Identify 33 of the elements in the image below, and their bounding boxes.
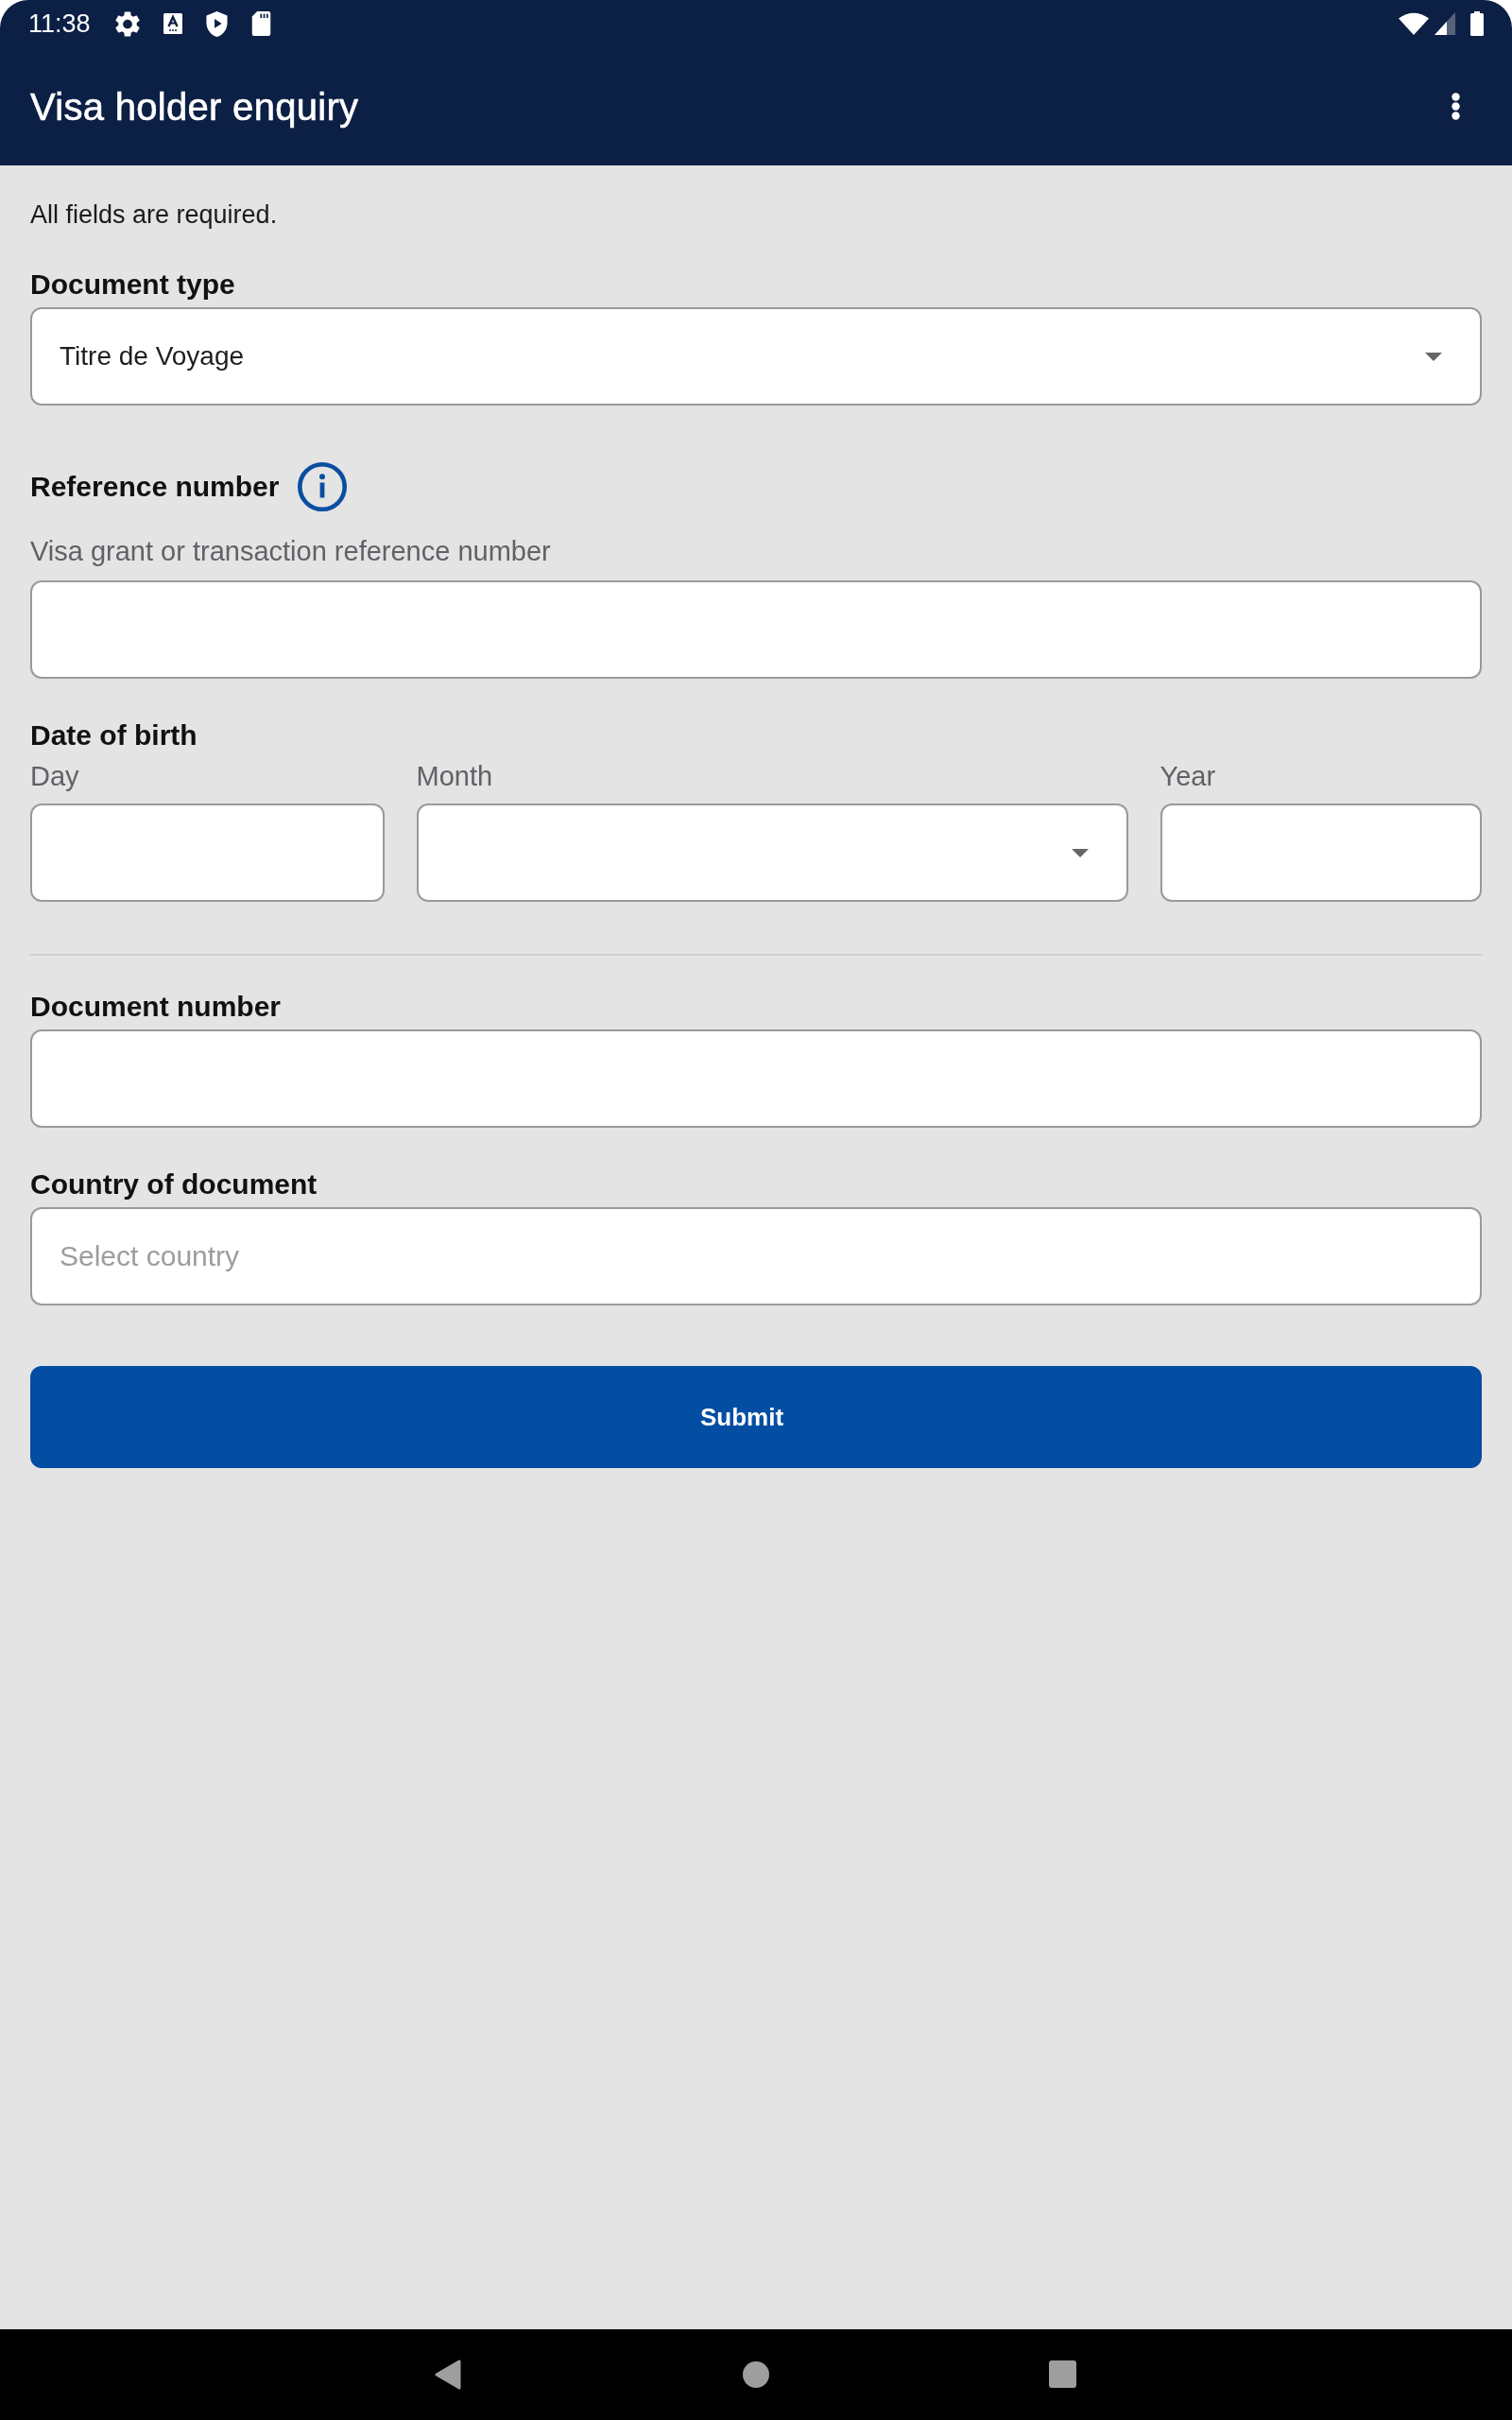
helper-text: Visa grant or transaction reference number: [30, 535, 552, 568]
submit-button[interactable]: Submit: [30, 1366, 1482, 1468]
letter-tile-icon: [163, 13, 182, 34]
input-field[interactable]: [1160, 804, 1482, 902]
caret-icon: [1071, 848, 1089, 857]
signal-icon: [1435, 12, 1455, 35]
field-label: Document number: [30, 990, 282, 1024]
input-field[interactable]: [30, 804, 385, 902]
shield-icon: [205, 10, 228, 37]
back-icon[interactable]: [434, 2359, 462, 2391]
field-label: Day: [30, 760, 80, 793]
gear-icon: [114, 10, 140, 37]
input-field[interactable]: [30, 1029, 1482, 1128]
battery-icon: [1470, 11, 1484, 36]
caret-icon: [1425, 352, 1442, 361]
field-label: Document type: [30, 268, 235, 302]
info-icon[interactable]: [298, 462, 348, 511]
more-options-icon[interactable]: [1452, 93, 1460, 120]
required-note: All fields are required.: [30, 199, 279, 231]
dropdown[interactable]: Titre de Voyage: [30, 307, 1482, 406]
status-time: 11:38: [28, 9, 91, 39]
dropdown[interactable]: [416, 804, 1128, 902]
input-field[interactable]: Select country: [30, 1207, 1482, 1305]
home-icon[interactable]: [743, 2361, 769, 2388]
field-label: Reference number: [30, 470, 280, 504]
field-label: Date of birth: [30, 718, 198, 752]
sd-card-icon: [250, 11, 271, 36]
input-field[interactable]: [30, 580, 1482, 679]
app-title: Visa holder enquiry: [30, 84, 360, 130]
field-label: Year: [1160, 760, 1217, 793]
wifi-icon: [1399, 12, 1429, 35]
field-label: Country of document: [30, 1167, 318, 1201]
field-label: Month: [416, 760, 494, 793]
